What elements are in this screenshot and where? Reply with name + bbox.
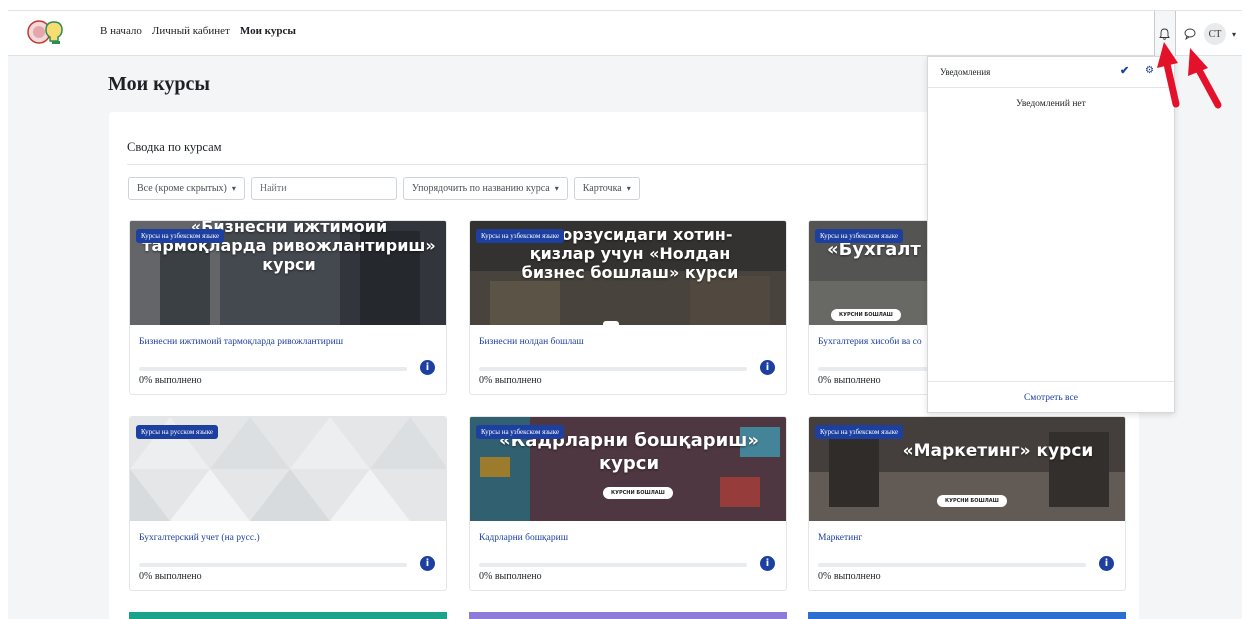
annotation-arrows xyxy=(1157,42,1222,109)
course-name-link[interactable]: Бухгалтерский учет (на русс.) xyxy=(139,533,260,543)
start-course-pill xyxy=(603,321,619,325)
course-image[interactable]: Курсы на русском языке xyxy=(130,417,446,521)
course-name-link[interactable]: Бухгалтерия хисоби ва со xyxy=(818,337,922,347)
info-icon[interactable]: i xyxy=(1099,556,1114,571)
grouping-label: Все (кроме скрытых) xyxy=(137,183,227,194)
view-dropdown[interactable]: Карточка ▾ xyxy=(573,177,640,200)
progress-bar xyxy=(479,367,747,371)
course-image[interactable]: «Кадрларни бошқариш» курси КУРСНИ БОШЛАШ… xyxy=(470,417,786,521)
search-input[interactable]: Найти xyxy=(250,177,397,200)
progress-bar xyxy=(479,563,747,567)
start-course-pill: КУРСНИ БОШЛАШ xyxy=(937,495,1007,507)
course-image[interactable]: «Бизнесни ижтимоий тармоқларда ривожлант… xyxy=(130,221,446,325)
sort-label: Упорядочить по названию курса xyxy=(411,183,550,194)
chevron-down-icon: ▾ xyxy=(554,184,559,193)
course-card[interactable]: «Бизнесни ижтимоий тармоқларда ривожлант… xyxy=(129,220,447,395)
course-category-badge: Курсы на узбекском языке xyxy=(476,229,565,243)
progress-text: 0% выполнено xyxy=(818,375,881,386)
chevron-down-icon: ▾ xyxy=(231,184,236,193)
course-name-link[interactable]: Маркетинг xyxy=(818,533,862,543)
info-icon[interactable]: i xyxy=(760,360,775,375)
notifications-popover: Уведомления ✔ ⚙ Уведомлений нет Смотреть… xyxy=(927,56,1175,413)
course-image-title: «Маркетинг» курси xyxy=(902,441,1094,461)
info-icon[interactable]: i xyxy=(420,556,435,571)
check-icon[interactable]: ✔ xyxy=(1120,64,1129,77)
grouping-dropdown[interactable]: Все (кроме скрытых) ▾ xyxy=(128,177,245,200)
view-label: Карточка xyxy=(582,183,622,194)
course-card[interactable]: Курсы на русском языке Бухгалтерский уче… xyxy=(129,416,447,591)
progress-text: 0% выполнено xyxy=(139,375,202,386)
notifications-title: Уведомления xyxy=(940,67,991,77)
progress-text: 0% выполнено xyxy=(479,571,542,582)
progress-bar xyxy=(818,563,1086,567)
nav-my-courses-link[interactable]: Мои курсы xyxy=(240,25,296,37)
course-overview-heading: Сводка по курсам xyxy=(127,140,222,154)
divider xyxy=(928,87,1174,88)
info-icon[interactable]: i xyxy=(760,556,775,571)
sort-dropdown[interactable]: Упорядочить по названию курса ▾ xyxy=(402,177,568,200)
course-category-badge: Курсы на узбекском языке xyxy=(815,425,904,439)
progress-text: 0% выполнено xyxy=(818,571,881,582)
notifications-empty-text: Уведомлений нет xyxy=(1016,99,1086,109)
course-name-link[interactable]: Бизнесни ижтимоий тармоқларда ривожланти… xyxy=(139,337,343,347)
course-name-link[interactable]: Кадрларни бошқариш xyxy=(479,533,568,543)
course-card-peek[interactable] xyxy=(469,612,787,619)
course-card[interactable]: «Маркетинг» курси КУРСНИ БОШЛАШ Курсы на… xyxy=(808,416,1126,591)
start-course-pill: КУРСНИ БОШЛАШ xyxy=(831,309,901,321)
course-card[interactable]: иш орзусидаги хотин-қизлар учун «Нолдан … xyxy=(469,220,787,395)
progress-bar xyxy=(139,563,407,567)
course-filters: Все (кроме скрытых) ▾ Найти Упорядочить п… xyxy=(128,177,640,200)
course-card[interactable]: «Кадрларни бошқариш» курси КУРСНИ БОШЛАШ… xyxy=(469,416,787,591)
site-logo[interactable] xyxy=(26,17,72,47)
see-all-link[interactable]: Смотреть все xyxy=(928,393,1174,403)
nav-home-link[interactable]: В начало xyxy=(100,25,142,37)
nav-dashboard-link[interactable]: Личный кабинет xyxy=(152,25,230,37)
info-icon[interactable]: i xyxy=(420,360,435,375)
course-name-link[interactable]: Бизнесни нолдан бошлаш xyxy=(479,337,584,347)
course-image[interactable]: «Маркетинг» курси КУРСНИ БОШЛАШ Курсы на… xyxy=(809,417,1125,521)
progress-text: 0% выполнено xyxy=(479,375,542,386)
chevron-down-icon: ▾ xyxy=(626,184,631,193)
course-category-badge: Курсы на узбекском языке xyxy=(476,425,565,439)
page-title: Мои курсы xyxy=(108,73,210,95)
start-course-pill: КУРСНИ БОШЛАШ xyxy=(603,487,673,499)
course-card-peek[interactable] xyxy=(808,612,1126,619)
course-category-badge: Курсы на русском языке xyxy=(136,425,219,439)
course-category-badge: Курсы на узбекском языке xyxy=(815,229,904,243)
progress-text: 0% выполнено xyxy=(139,571,202,582)
progress-bar xyxy=(139,367,407,371)
course-card-peek[interactable] xyxy=(129,612,447,619)
course-category-badge: Курсы на узбекском языке xyxy=(136,229,225,243)
breadcrumb: В начало Личный кабинет Мои курсы xyxy=(100,25,296,37)
top-navbar: В начало Личный кабинет Мои курсы СТ ▾ xyxy=(8,10,1242,57)
divider xyxy=(928,381,1174,382)
course-image[interactable]: иш орзусидаги хотин-қизлар учун «Нолдан … xyxy=(470,221,786,325)
